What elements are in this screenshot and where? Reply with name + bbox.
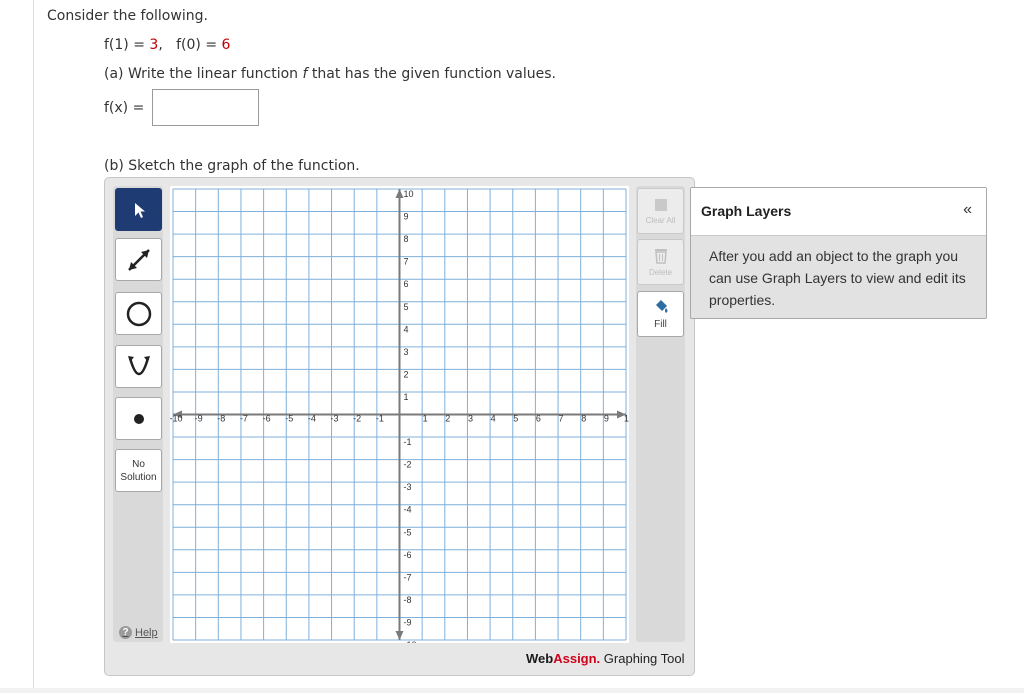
point-icon [133, 413, 144, 424]
x-tick-label: 6 [536, 414, 541, 424]
x-tick-label: 4 [491, 414, 496, 424]
coordinate-grid[interactable]: -10 -9 -8 -7 -6 -5 -4 -3 -2 -1 1 2 3 4 5 6 7 8 9 10 10 9 8 7 6 5 4… [169, 186, 634, 650]
y-tick-label: 10 [404, 189, 414, 199]
y-tick-label: -8 [404, 595, 412, 605]
y-tick-label: -1 [404, 437, 412, 447]
part-a-suffix: that has the given function values. [307, 66, 556, 82]
page-left-rule [33, 0, 34, 693]
f1-value: 3 [149, 37, 159, 53]
clear-all-icon [654, 198, 667, 211]
part-a-prompt: (a) Write the linear function f that has… [104, 66, 556, 82]
y-tick-label: 6 [404, 279, 409, 289]
part-b-prompt: (b) Sketch the graph of the function. [104, 158, 360, 174]
brand-assign: Assign. [553, 651, 601, 666]
no-solution-line1: No [132, 458, 145, 470]
y-tick-label: 1 [404, 392, 409, 402]
arrow-cursor-icon [134, 202, 145, 218]
x-tick-label: 7 [559, 414, 564, 424]
answer-label: f(x) = [104, 100, 145, 116]
parabola-tool-button[interactable] [115, 345, 162, 388]
y-tick-label: -9 [404, 617, 412, 627]
clear-all-button[interactable]: Clear All [637, 188, 684, 234]
y-tick-label: 4 [404, 324, 409, 334]
clear-all-label: Clear All [645, 215, 676, 225]
parabola-icon [127, 355, 150, 375]
pointer-tool-button[interactable] [115, 188, 162, 231]
y-tick-label: -6 [404, 550, 412, 560]
fill-button[interactable]: Fill [637, 291, 684, 337]
graph-canvas[interactable]: -10 -9 -8 -7 -6 -5 -4 -3 -2 -1 1 2 3 4 5 6 7 8 9 10 10 9 8 7 6 5 4… [169, 186, 634, 650]
x-tick-label: -6 [263, 414, 271, 424]
y-tick-label: 8 [404, 234, 409, 244]
y-tick-label: 7 [404, 257, 409, 267]
y-tick-label: 3 [404, 347, 409, 357]
y-tick-label: -7 [404, 572, 412, 582]
line-arrows-icon [127, 248, 150, 271]
graph-layers-help-text: After you add an object to the graph you… [709, 248, 966, 308]
graph-layers-panel: Graph Layers « After you add an object t… [690, 187, 987, 319]
y-tick-label: -10 [404, 640, 417, 643]
y-tick-label: 5 [404, 302, 409, 312]
f0-value: 6 [221, 37, 231, 53]
circle-icon [126, 301, 151, 326]
x-tick-label: -1 [376, 414, 384, 424]
y-tick-label: 9 [404, 212, 409, 222]
delete-button[interactable]: Delete [637, 239, 684, 285]
intro-text: Consider the following. [47, 8, 208, 24]
x-tick-label: 10 [624, 414, 629, 424]
fill-label: Fill [654, 318, 667, 330]
line-tool-button[interactable] [115, 238, 162, 281]
x-tick-label: 1 [423, 414, 428, 424]
x-tick-label: -10 [170, 414, 183, 424]
y-tick-label: -3 [404, 482, 412, 492]
f1-label: f(1) = [104, 37, 150, 53]
given-values: f(1) = 3, f(0) = 6 [104, 37, 230, 53]
circle-tool-button[interactable] [115, 292, 162, 335]
x-tick-label: 8 [581, 414, 586, 424]
no-solution-button[interactable]: No Solution [115, 449, 162, 492]
help-link[interactable]: ? Help [119, 626, 158, 639]
y-tick-label: 2 [404, 369, 409, 379]
x-tick-label: -8 [217, 414, 225, 424]
x-tick-label: -2 [353, 414, 361, 424]
x-tick-label: -3 [331, 414, 339, 424]
x-tick-label: 2 [445, 414, 450, 424]
collapse-layers-button[interactable]: « [963, 201, 972, 219]
answer-input[interactable] [152, 89, 259, 126]
help-label: Help [135, 626, 158, 639]
y-tick-label: -5 [404, 527, 412, 537]
x-tick-label: 9 [604, 414, 609, 424]
y-tick-label: -4 [404, 505, 412, 515]
brand-rest: Graphing Tool [600, 651, 685, 666]
help-icon: ? [119, 626, 132, 639]
delete-label: Delete [648, 267, 673, 277]
given-separator: , [158, 37, 163, 53]
no-solution-line2: Solution [120, 471, 157, 483]
x-tick-label: -4 [308, 414, 316, 424]
graph-layers-title: Graph Layers [701, 203, 792, 219]
y-tick-label: -2 [404, 460, 412, 470]
x-tick-label: 3 [468, 414, 473, 424]
x-tick-label: -9 [195, 414, 203, 424]
paint-bucket-icon [655, 299, 667, 313]
x-tick-label: -5 [285, 414, 293, 424]
graph-layers-header: Graph Layers « [691, 188, 986, 236]
trash-icon [654, 248, 667, 264]
f0-label: f(0) = [176, 37, 222, 53]
webassign-brand: WebAssign. Graphing Tool [526, 651, 685, 666]
page-bottom-band [0, 688, 1024, 693]
x-tick-label: -7 [240, 414, 248, 424]
brand-web: Web [526, 651, 554, 666]
point-tool-button[interactable] [115, 397, 162, 440]
no-solution-label: No Solution [120, 458, 156, 484]
part-a-prefix: (a) Write the linear function [104, 66, 303, 82]
x-tick-label: 5 [513, 414, 518, 424]
